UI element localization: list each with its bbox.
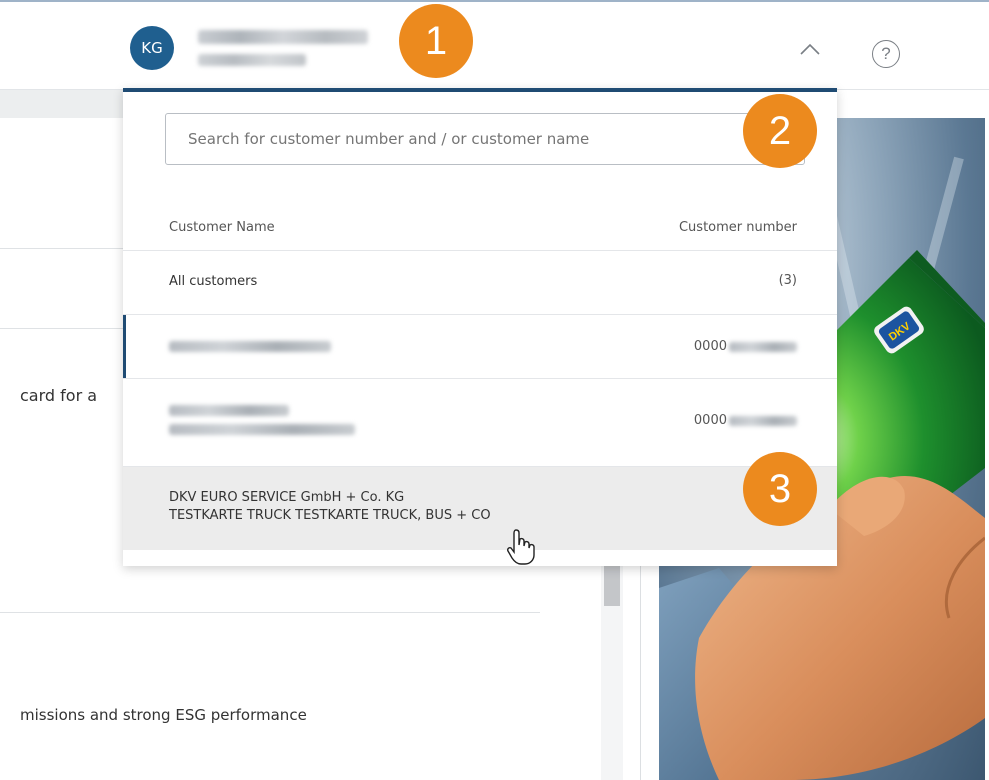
customer-row-all[interactable]: All customers (3) (123, 250, 837, 314)
user-name-redacted[interactable] (198, 30, 368, 44)
customer-name: DKV EURO SERVICE GmbH + Co. KG TESTKARTE… (169, 489, 491, 525)
user-avatar[interactable]: KG (130, 26, 174, 70)
column-header-customer-name: Customer Name (169, 220, 275, 235)
customer-name-redacted (169, 405, 355, 435)
selected-indicator (123, 315, 126, 379)
scrollbar-thumb[interactable] (604, 560, 620, 606)
help-icon[interactable]: ? (872, 40, 900, 68)
user-number-redacted[interactable] (198, 54, 306, 66)
hand-cursor-icon (507, 529, 535, 565)
customer-row-hovered[interactable]: DKV EURO SERVICE GmbH + Co. KG TESTKARTE… (123, 466, 837, 550)
step-marker-1: 1 (399, 4, 473, 78)
customer-row[interactable]: 0000 (123, 378, 837, 466)
customer-dropdown: Customer Name Customer number All custom… (123, 88, 837, 566)
customer-name: All customers (169, 274, 258, 289)
page-text-esg: missions and strong ESG performance (20, 706, 307, 724)
customer-number: 0000 (694, 339, 797, 354)
top-header: KG ? (0, 0, 989, 90)
chevron-up-icon[interactable] (799, 42, 821, 56)
customer-name-line1: DKV EURO SERVICE GmbH + Co. KG (169, 490, 405, 505)
divider (0, 612, 540, 613)
page-text-card: card for a (20, 386, 98, 405)
customer-name-line2: TESTKARTE TRUCK TESTKARTE TRUCK, BUS + C… (169, 508, 491, 523)
customer-search-input[interactable] (165, 113, 805, 165)
column-header-customer-number: Customer number (678, 220, 797, 235)
customer-number: 0000 (694, 413, 797, 428)
customer-row[interactable]: 0000 (123, 314, 837, 379)
step-marker-2: 2 (743, 94, 817, 168)
customer-number: (3) (778, 273, 797, 288)
step-marker-3: 3 (743, 452, 817, 526)
customer-name-redacted (169, 341, 331, 352)
